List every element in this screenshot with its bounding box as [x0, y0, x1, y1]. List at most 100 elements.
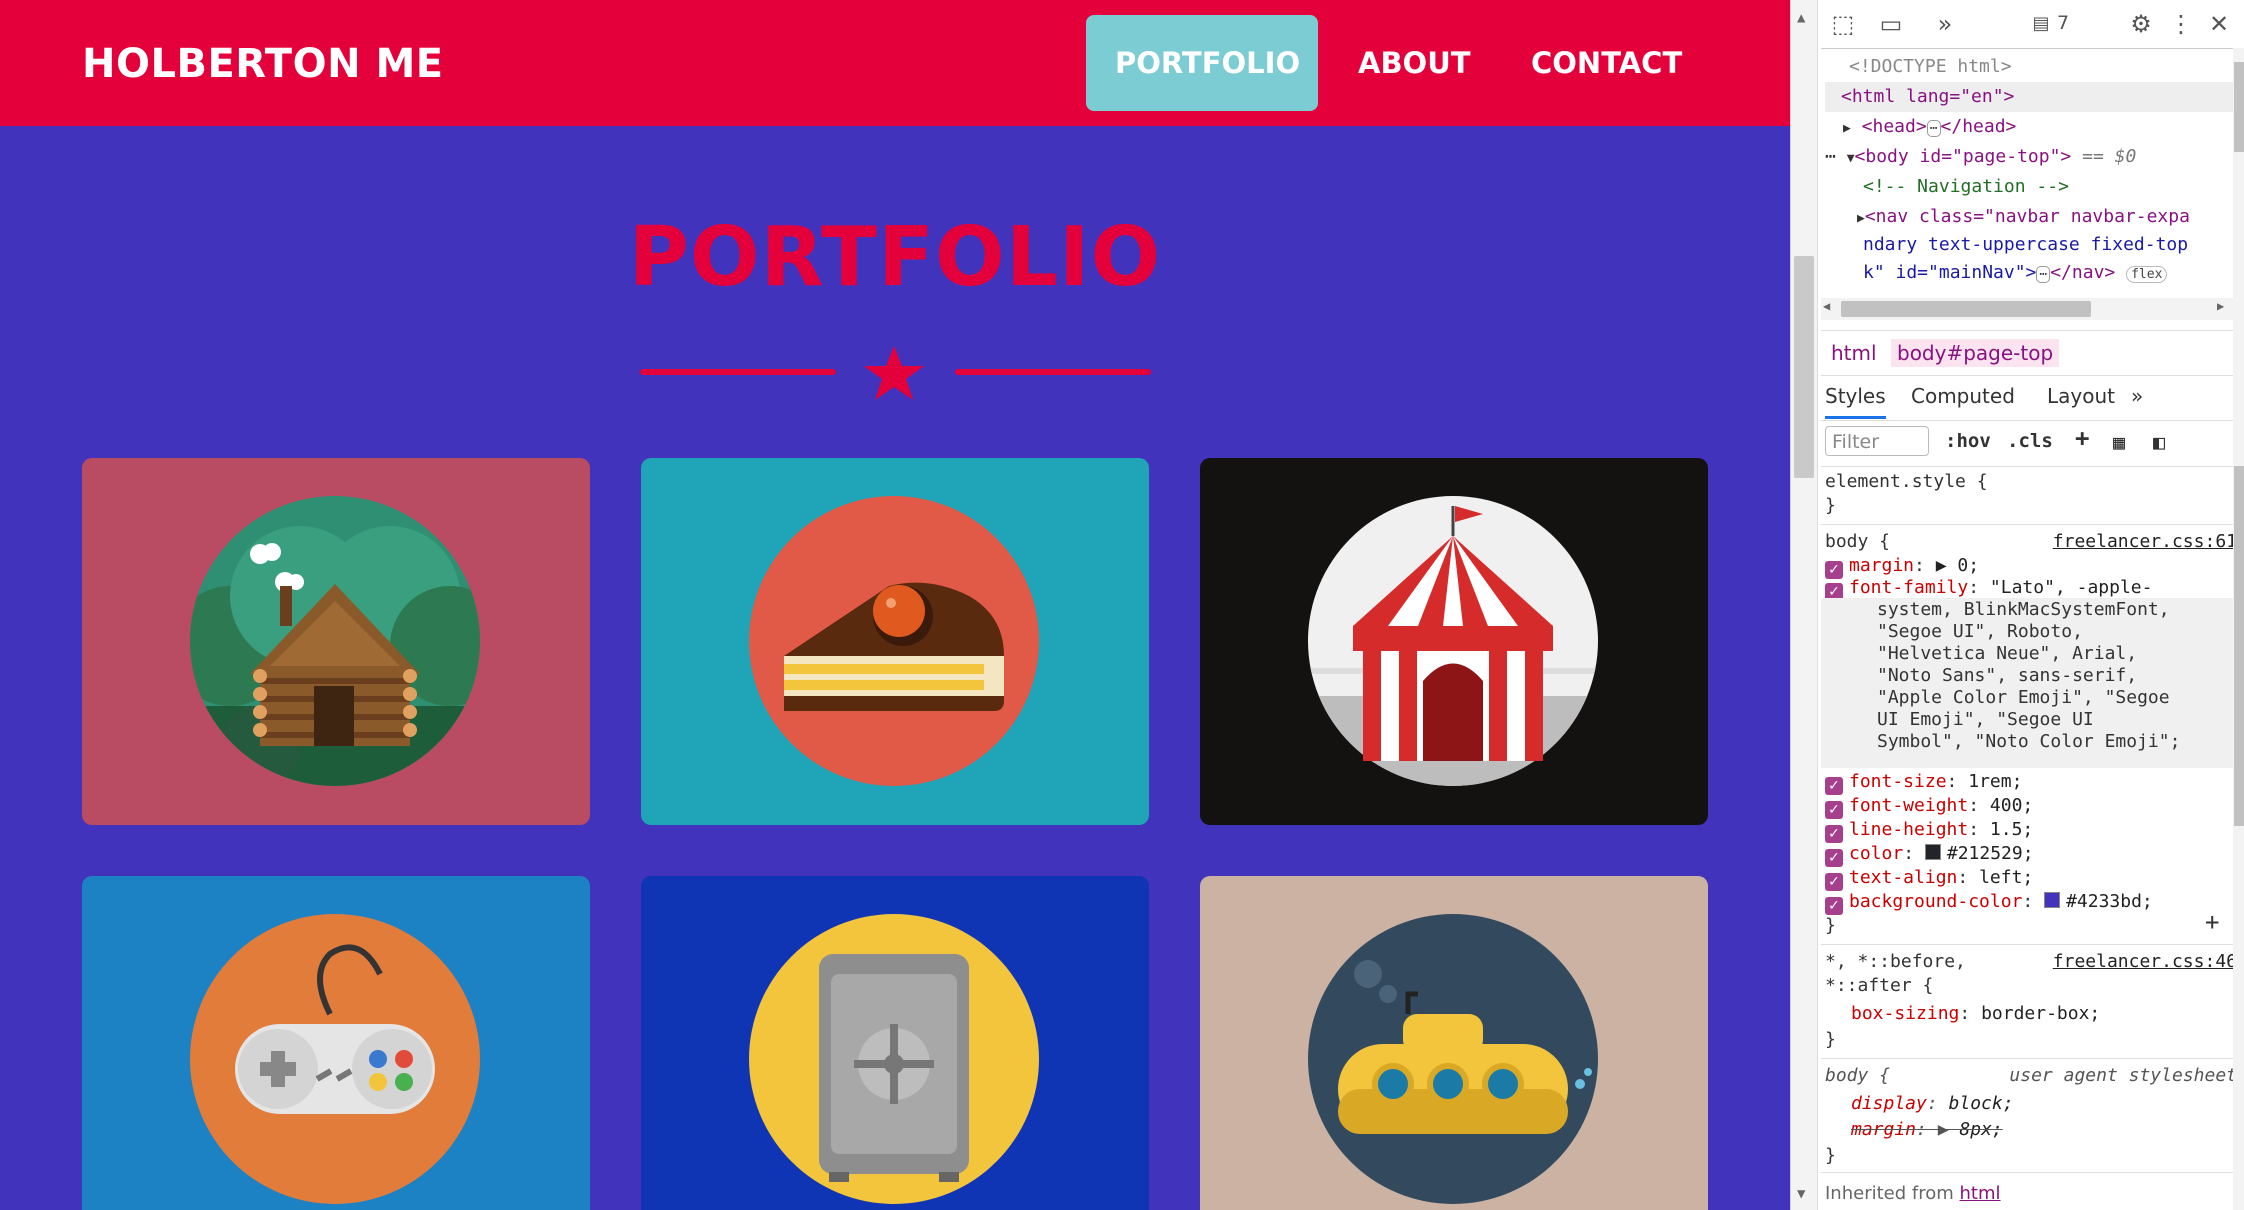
tab-layout[interactable]: Layout — [2047, 384, 2115, 408]
body-rule-selector[interactable]: body { — [1825, 530, 1890, 554]
body-rule-source[interactable]: freelancer.css:61 — [2053, 530, 2237, 554]
section-title: PORTFOLIO — [628, 210, 1162, 305]
prop-color[interactable]: ✓ color: #212529; — [1825, 842, 2034, 867]
dom-horizontal-scrollbar[interactable]: ◀ ▶ — [1821, 298, 2244, 320]
dom-doctype[interactable]: <!DOCTYPE html> — [1849, 52, 2012, 82]
prop-box-sizing[interactable]: box-sizing: border-box; — [1851, 1002, 2100, 1026]
dom-hscroll-thumb[interactable] — [1841, 301, 2091, 317]
collapse-triangle-icon[interactable]: ▼ — [1847, 151, 1855, 166]
cabin-icon — [190, 496, 480, 786]
rule-close: } — [1825, 915, 1836, 936]
safe-icon — [749, 914, 1039, 1204]
tab-styles[interactable]: Styles — [1825, 384, 1886, 419]
dom-comment[interactable]: <!-- Navigation --> — [1863, 172, 2069, 202]
page-scrollbar-thumb[interactable] — [1794, 256, 1814, 478]
checkbox-icon[interactable]: ✓ — [1825, 825, 1843, 843]
more-tabs-icon[interactable]: » — [2131, 384, 2143, 408]
inherited-from-link[interactable]: html — [1960, 1183, 2001, 1204]
breadcrumb-html[interactable]: html — [1825, 339, 1883, 367]
scroll-right-icon[interactable]: ▶ — [2217, 299, 2224, 313]
breadcrumb: html body#page-top — [1821, 330, 2244, 376]
portfolio-item-cake[interactable] — [641, 458, 1149, 825]
inspect-element-icon[interactable]: ⬚ — [1829, 10, 1857, 38]
universal-rule-selector-2: *::after { — [1825, 975, 1934, 996]
checkbox-icon[interactable]: ✓ — [1825, 801, 1843, 819]
circus-tent-icon — [1308, 496, 1598, 786]
scroll-left-icon[interactable]: ◀ — [1823, 299, 1830, 313]
portfolio-item-circus[interactable] — [1200, 458, 1708, 825]
flex-badge[interactable]: flex — [2126, 266, 2168, 283]
checkbox-icon[interactable]: ✓ — [1825, 873, 1843, 891]
ua-prop-margin[interactable]: margin: ▶ 8px; — [1851, 1118, 2003, 1142]
kebab-menu-icon[interactable]: ⋮ — [2167, 10, 2195, 38]
prop-line-height[interactable]: ✓ line-height: 1.5; — [1825, 818, 2033, 843]
brand-logo[interactable]: HOLBERTON ME — [82, 36, 444, 92]
nav-portfolio[interactable]: PORTFOLIO — [1086, 15, 1318, 111]
prop-background-color[interactable]: ✓ background-color: #4233bd; — [1825, 890, 2153, 915]
universal-rule-source[interactable]: freelancer.css:46 — [2053, 950, 2237, 974]
prop-font-weight[interactable]: ✓ font-weight: 400; — [1825, 794, 2033, 819]
scroll-up-icon[interactable]: ▲ — [1797, 10, 1805, 26]
expand-triangle-icon[interactable]: ▶ — [1843, 121, 1851, 136]
add-property-icon[interactable]: + — [2205, 910, 2219, 934]
font-family-cont: system, BlinkMacSystemFont, — [1877, 599, 2170, 620]
add-rule-icon[interactable]: + — [2075, 424, 2089, 452]
dom-nav-cont: ndary text-uppercase fixed-top — [1863, 234, 2189, 255]
paint-brush-icon[interactable]: ▦ — [2113, 430, 2125, 454]
portfolio-item-game[interactable] — [82, 876, 590, 1210]
game-controller-icon — [190, 914, 480, 1204]
page-scrollbar[interactable]: ▲ ▼ — [1791, 0, 1818, 1210]
inherited-from-label: Inherited from html — [1825, 1183, 2001, 1204]
prop-font-size[interactable]: ✓ font-size: 1rem; — [1825, 770, 2022, 795]
gear-icon[interactable]: ⚙ — [2127, 10, 2155, 38]
issues-icon[interactable]: ▤ — [2027, 10, 2055, 38]
styles-filter-bar: Filter :hov .cls + ▦ ◧ — [1821, 420, 2244, 467]
filter-input[interactable]: Filter — [1825, 426, 1929, 456]
font-family-cont: "Noto Sans", sans-serif, — [1877, 665, 2138, 686]
portfolio-item-submarine[interactable] — [1200, 876, 1708, 1210]
font-family-cont: "Segoe UI", Roboto, — [1877, 621, 2083, 642]
portfolio-item-safe[interactable] — [641, 876, 1149, 1210]
more-tabs-icon[interactable]: » — [1931, 10, 1959, 38]
hov-button[interactable]: :hov — [1945, 430, 1991, 452]
expand-triangle-icon[interactable]: ▶ — [1857, 211, 1865, 226]
dom-scroll-thumb[interactable] — [2234, 62, 2244, 152]
styles-scroll-thumb[interactable] — [2234, 466, 2244, 826]
dom-body[interactable]: ⋯ ▼<body id="page-top"> == $0 — [1825, 142, 2136, 174]
ua-prop-display[interactable]: display: block; — [1851, 1092, 2014, 1116]
scroll-down-icon[interactable]: ▼ — [1797, 1186, 1805, 1202]
element-style-rule[interactable]: element.style { — [1825, 470, 1988, 494]
devtools-panel: ▲ ▼ ⬚ ▭ » ▤ 7 ⚙ ⋮ ✕ <!DOCTYPE html> <htm… — [1790, 0, 2244, 1210]
dom-tree: <!DOCTYPE html> <html lang="en"> ▶ <head… — [1821, 52, 2244, 298]
tab-computed[interactable]: Computed — [1911, 384, 2015, 408]
nav-contact[interactable]: CONTACT — [1503, 15, 1710, 111]
prop-text-align[interactable]: ✓ text-align: left; — [1825, 866, 2033, 891]
divider-line-right — [955, 369, 1151, 375]
ua-rule-selector[interactable]: body { — [1825, 1064, 1890, 1088]
checkbox-icon[interactable]: ✓ — [1825, 897, 1843, 915]
nav-about[interactable]: ABOUT — [1330, 15, 1499, 111]
checkbox-icon[interactable]: ✓ — [1825, 849, 1843, 867]
ellipsis-icon[interactable]: ⋯ — [1926, 120, 1941, 137]
rule-close: } — [1825, 1145, 1836, 1166]
portfolio-item-cabin[interactable] — [82, 458, 590, 825]
dom-head[interactable]: ▶ <head> ⋯ </head> — [1843, 112, 2016, 144]
dom-html[interactable]: <html lang="en"> — [1825, 82, 2241, 112]
font-family-cont: UI Emoji", "Segoe UI — [1877, 709, 2094, 730]
ua-rule-source: user agent stylesheet — [2009, 1065, 2237, 1086]
devtools-scrollbar[interactable] — [2233, 48, 2244, 1210]
submarine-icon — [1308, 914, 1598, 1204]
ellipsis-icon[interactable]: ⋯ — [2036, 266, 2051, 283]
universal-rule-selector[interactable]: *, *::before, — [1825, 950, 1966, 974]
color-swatch[interactable] — [1924, 844, 1941, 860]
checkbox-icon[interactable]: ✓ — [1825, 777, 1843, 795]
toggle-sidebar-icon[interactable]: ◧ — [2153, 430, 2165, 454]
color-swatch[interactable] — [2044, 892, 2061, 908]
close-icon[interactable]: ✕ — [2205, 10, 2233, 38]
issues-count[interactable]: 7 — [2057, 12, 2069, 34]
device-toolbar-icon[interactable]: ▭ — [1877, 10, 1905, 38]
cls-button[interactable]: .cls — [2007, 430, 2053, 452]
star-icon — [864, 346, 924, 400]
breadcrumb-body[interactable]: body#page-top — [1891, 339, 2060, 367]
dom-nav-cont2: k" id="mainNav"> ⋯ </nav> flex — [1863, 258, 2168, 290]
